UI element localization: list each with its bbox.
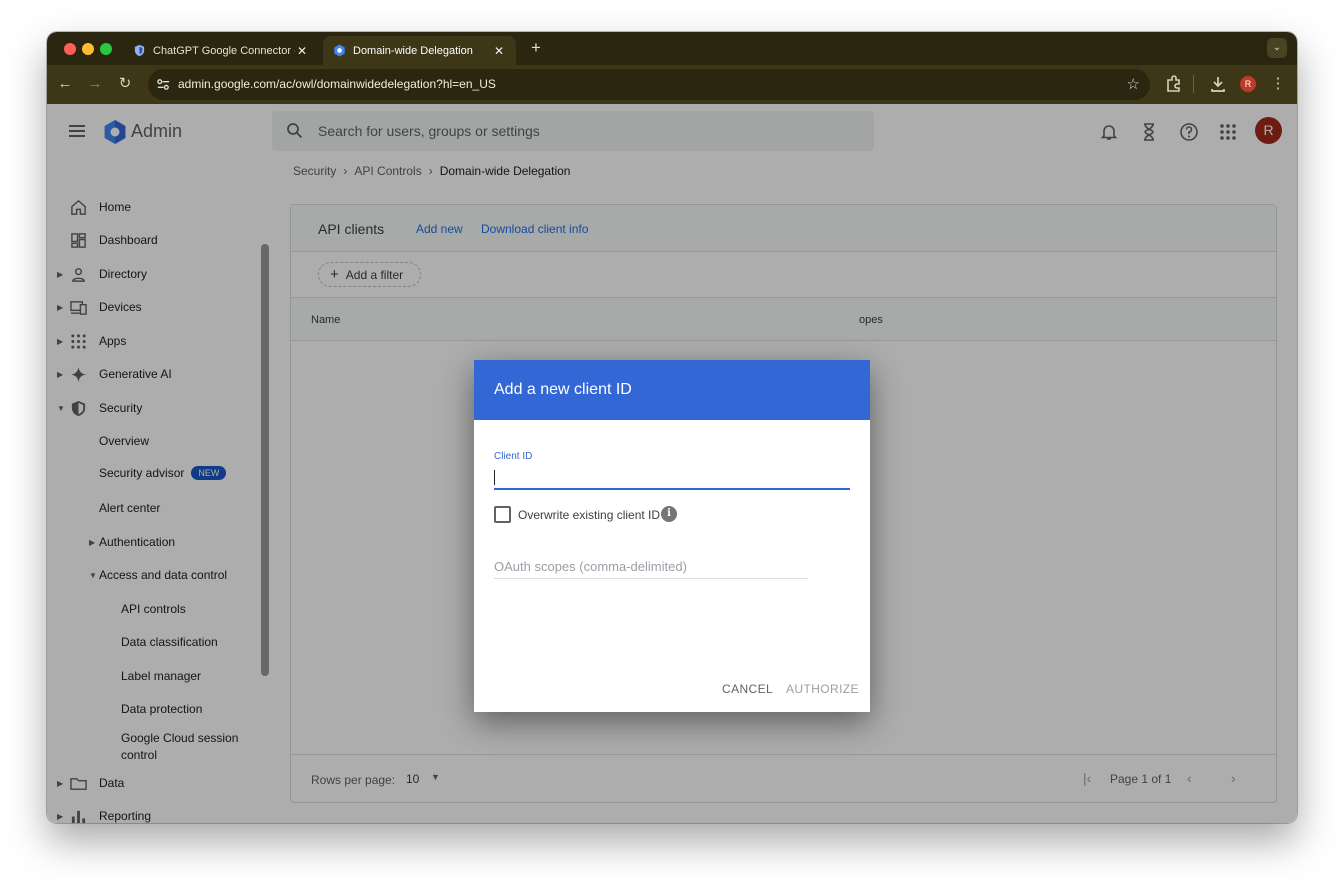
admin-favicon-icon xyxy=(334,44,345,57)
browser-window: ChatGPT Google Connector - ✕ Domain-wide… xyxy=(47,32,1297,823)
reload-icon[interactable]: ↻ xyxy=(115,74,135,94)
browser-menu-icon[interactable]: ⋮ xyxy=(1268,74,1288,94)
close-tab-icon[interactable]: ✕ xyxy=(295,44,309,58)
tab-search-chevron-icon[interactable]: ⌄ xyxy=(1267,38,1287,58)
cancel-button[interactable]: CANCEL xyxy=(722,682,773,696)
url-text: admin.google.com/ac/owl/domainwidedelega… xyxy=(178,77,496,91)
admin-page: Admin Search for users, groups or settin… xyxy=(47,104,1297,823)
minimize-window-button[interactable] xyxy=(82,43,94,55)
forward-arrow-icon[interactable]: → xyxy=(85,74,105,94)
tab-bar: ChatGPT Google Connector - ✕ Domain-wide… xyxy=(47,32,1297,65)
add-client-id-dialog: Add a new client ID Client ID Overwrite … xyxy=(474,360,870,712)
maximize-window-button[interactable] xyxy=(100,43,112,55)
tab-chatgpt-connector[interactable]: ChatGPT Google Connector - ✕ xyxy=(123,36,319,65)
authorize-button[interactable]: AUTHORIZE xyxy=(786,682,859,696)
close-window-button[interactable] xyxy=(64,43,76,55)
browser-toolbar: ← → ↻ admin.google.com/ac/owl/domainwide… xyxy=(47,65,1297,104)
text-cursor xyxy=(494,470,495,485)
site-settings-icon[interactable] xyxy=(156,77,171,92)
oauth-scopes-input[interactable] xyxy=(494,555,808,579)
client-id-input[interactable] xyxy=(494,468,850,490)
dialog-header: Add a new client ID xyxy=(474,360,870,420)
toolbar-divider xyxy=(1193,75,1194,93)
download-icon[interactable] xyxy=(1208,74,1228,94)
tab-title: Domain-wide Delegation xyxy=(353,44,473,57)
tab-title: ChatGPT Google Connector - xyxy=(153,44,295,57)
address-bar[interactable]: admin.google.com/ac/owl/domainwidedelega… xyxy=(148,69,1150,100)
bookmark-star-icon[interactable]: ☆ xyxy=(1127,75,1140,93)
shield-favicon-icon xyxy=(134,44,145,57)
back-arrow-icon[interactable]: ← xyxy=(55,74,75,94)
tab-domain-wide-delegation[interactable]: Domain-wide Delegation ✕ xyxy=(323,36,516,65)
overwrite-label[interactable]: Overwrite existing client ID xyxy=(518,508,660,522)
overwrite-checkbox[interactable] xyxy=(494,506,511,523)
profile-avatar[interactable]: R xyxy=(1240,76,1256,92)
client-id-label: Client ID xyxy=(494,451,533,462)
info-icon[interactable]: i xyxy=(661,506,677,522)
new-tab-button[interactable]: + xyxy=(525,37,547,59)
extensions-puzzle-icon[interactable] xyxy=(1164,74,1184,94)
dialog-title: Add a new client ID xyxy=(494,381,632,398)
close-tab-icon[interactable]: ✕ xyxy=(492,44,506,58)
